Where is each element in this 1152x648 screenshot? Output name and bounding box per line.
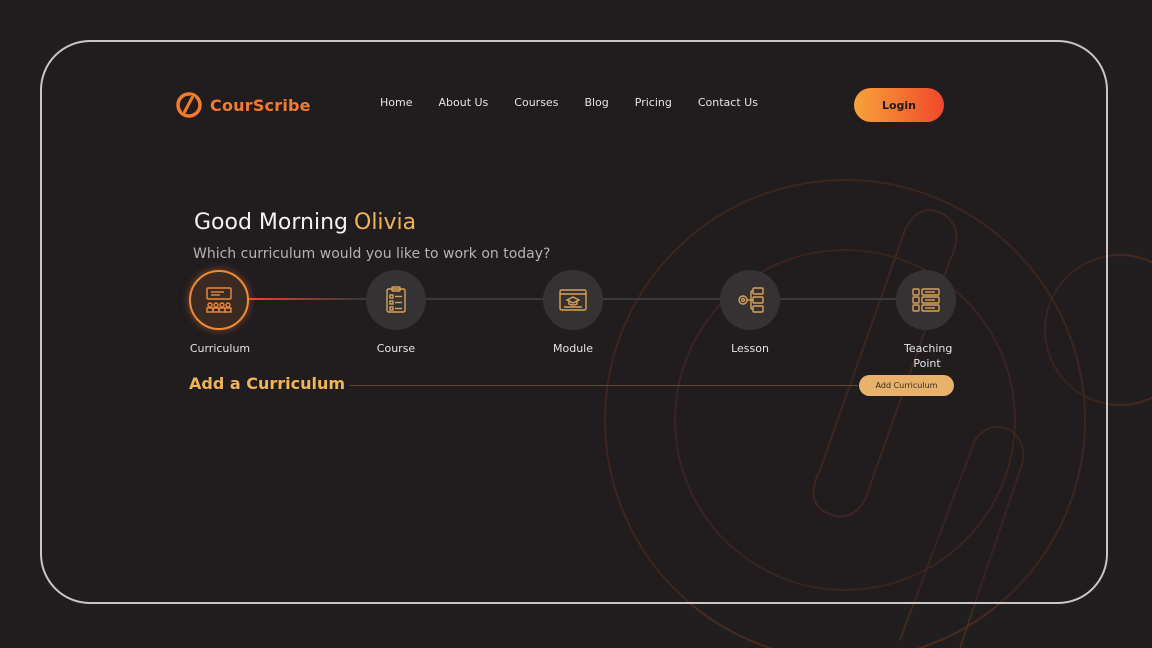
- step-label-course: Course: [376, 342, 416, 355]
- step-label-teaching-point: Teaching Point: [904, 342, 953, 370]
- add-curriculum-heading: Add a Curriculum: [189, 374, 346, 393]
- nav-contact-us[interactable]: Contact Us: [698, 96, 758, 109]
- stepper-progress: [248, 298, 358, 300]
- greeting-heading: Good Morning Olivia: [194, 210, 416, 235]
- greeting-prefix: Good Morning: [194, 210, 348, 235]
- login-button[interactable]: Login: [854, 88, 944, 122]
- nav-pricing[interactable]: Pricing: [635, 96, 672, 109]
- step-label-curriculum: Curriculum: [189, 342, 251, 355]
- step-curriculum[interactable]: [189, 270, 249, 330]
- nav-blog[interactable]: Blog: [584, 96, 608, 109]
- main-nav: Home About Us Courses Blog Pricing Conta…: [380, 96, 784, 109]
- step-lesson[interactable]: [720, 270, 780, 330]
- nav-about-us[interactable]: About Us: [438, 96, 488, 109]
- step-course[interactable]: [366, 270, 426, 330]
- nav-home[interactable]: Home: [380, 96, 412, 109]
- step-label-lesson: Lesson: [731, 342, 769, 355]
- module-icon: [559, 289, 587, 311]
- teaching-point-icon: [912, 288, 940, 312]
- brand-logo[interactable]: CourScribe: [176, 92, 311, 118]
- step-label-module: Module: [553, 342, 593, 355]
- courscribe-logo-icon: [176, 92, 202, 118]
- step-module[interactable]: [543, 270, 603, 330]
- step-teaching-point[interactable]: [896, 270, 956, 330]
- greeting-subtitle: Which curriculum would you like to work …: [193, 246, 551, 262]
- curriculum-icon: [206, 287, 232, 313]
- brand-name: CourScribe: [210, 95, 311, 115]
- course-icon: [386, 286, 406, 313]
- add-curriculum-divider: [350, 385, 858, 386]
- nav-courses[interactable]: Courses: [514, 96, 558, 109]
- lesson-icon: [738, 287, 764, 313]
- add-curriculum-button[interactable]: Add Curriculum: [859, 375, 954, 396]
- user-name: Olivia: [354, 210, 417, 235]
